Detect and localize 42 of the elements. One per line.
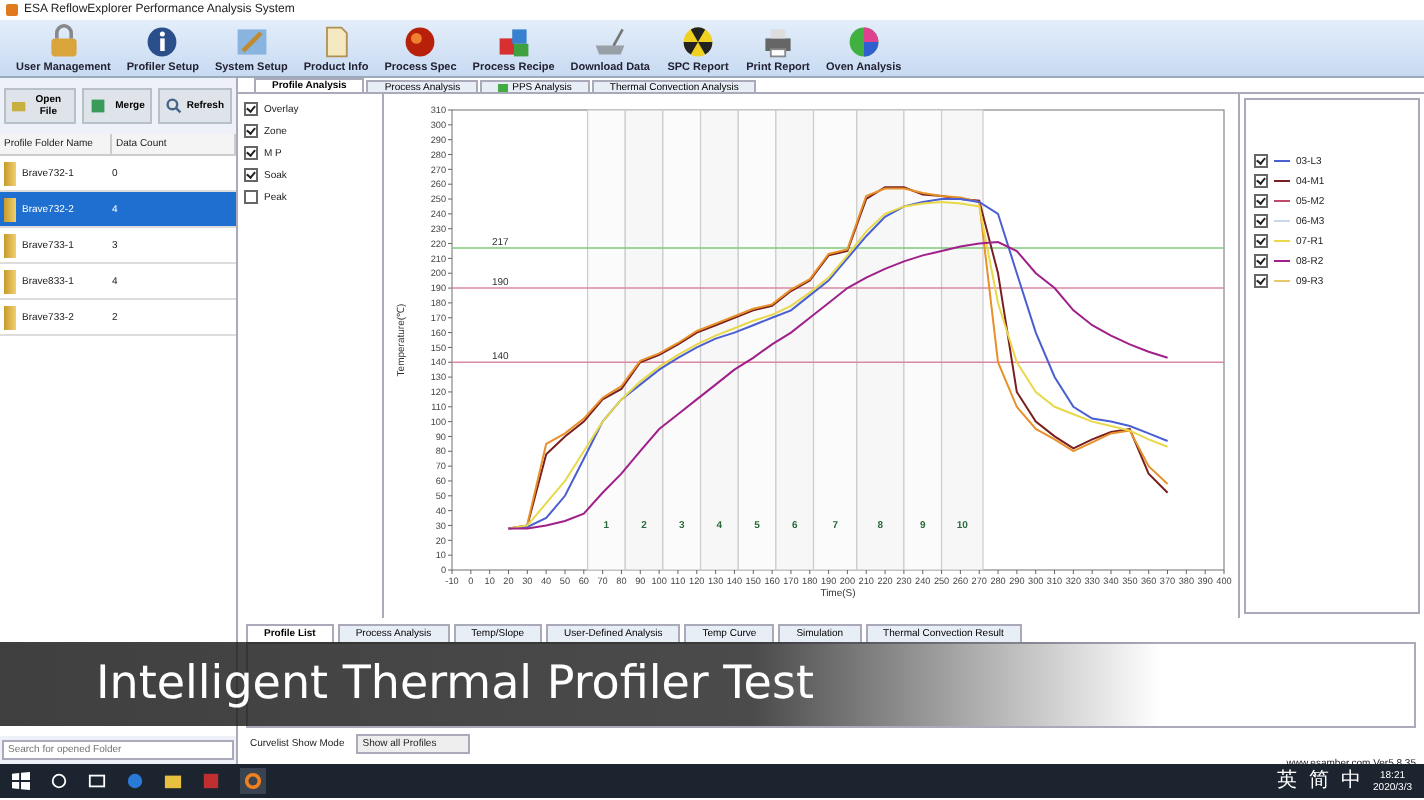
app-icon — [6, 4, 18, 16]
task-view-icon[interactable] — [88, 772, 106, 790]
folder-icon — [4, 269, 16, 293]
checkbox[interactable] — [1254, 174, 1268, 188]
checkbox[interactable] — [244, 102, 258, 116]
browser-icon[interactable] — [126, 772, 144, 790]
tray-label[interactable]: 简 — [1309, 771, 1330, 791]
merge-icon — [89, 98, 106, 114]
checkbox[interactable] — [244, 124, 258, 138]
chart-icon — [498, 83, 509, 91]
app-icon[interactable] — [202, 772, 220, 790]
tray-label[interactable]: 英 — [1277, 771, 1298, 791]
folder-icon — [4, 197, 16, 221]
app-icon[interactable] — [240, 768, 266, 794]
folder-icon — [4, 233, 16, 257]
folder-icon — [4, 305, 16, 329]
checkbox[interactable] — [1254, 234, 1268, 248]
info-icon — [144, 23, 181, 59]
search-icon[interactable] — [50, 772, 68, 790]
blocks-icon — [495, 23, 532, 59]
checkbox[interactable] — [1254, 154, 1268, 168]
radiation-icon — [680, 23, 716, 59]
folder-icon[interactable] — [164, 772, 182, 790]
device-icon — [592, 23, 629, 59]
caption-text: Intelligent Thermal Profiler Test — [96, 658, 814, 710]
tools-icon — [233, 23, 270, 59]
folder-icon — [4, 161, 16, 185]
printer-icon — [760, 23, 796, 59]
start-icon[interactable] — [12, 772, 30, 790]
ime-indicator[interactable]: 中 — [1341, 771, 1362, 791]
checkbox[interactable] — [1254, 194, 1268, 208]
pie-icon — [845, 23, 882, 59]
ball-icon — [402, 23, 439, 59]
checkbox[interactable] — [1254, 274, 1268, 288]
checkbox[interactable] — [1254, 254, 1268, 268]
checkbox[interactable] — [244, 190, 258, 204]
lock-icon — [45, 23, 82, 59]
checkbox[interactable] — [1254, 214, 1268, 228]
folder-icon — [12, 98, 26, 114]
checkbox[interactable] — [244, 146, 258, 160]
search-icon — [166, 98, 183, 114]
checkbox[interactable] — [244, 168, 258, 182]
